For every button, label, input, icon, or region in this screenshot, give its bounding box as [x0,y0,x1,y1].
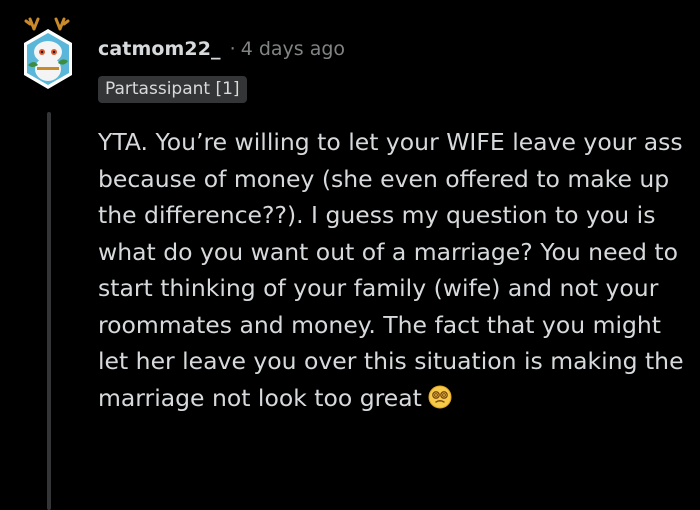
comment: catmom22_ · 4 days ago Partassipant [1] … [0,0,700,510]
user-flair: Partassipant [1] [98,76,247,103]
username-link[interactable]: catmom22_ [98,38,221,60]
dizzy-face-emoji-icon [428,383,452,408]
snoo-avatar-icon [24,17,72,89]
separator-dot: · [229,38,236,60]
avatar[interactable] [20,15,76,97]
thread-line[interactable] [47,112,51,510]
comment-body-text: YTA. You’re willing to let your WIFE lea… [98,128,684,412]
timestamp-link[interactable]: 4 days ago [241,38,345,60]
comment-body: YTA. You’re willing to let your WIFE lea… [98,124,694,416]
comment-header: catmom22_ · 4 days ago [98,34,345,64]
